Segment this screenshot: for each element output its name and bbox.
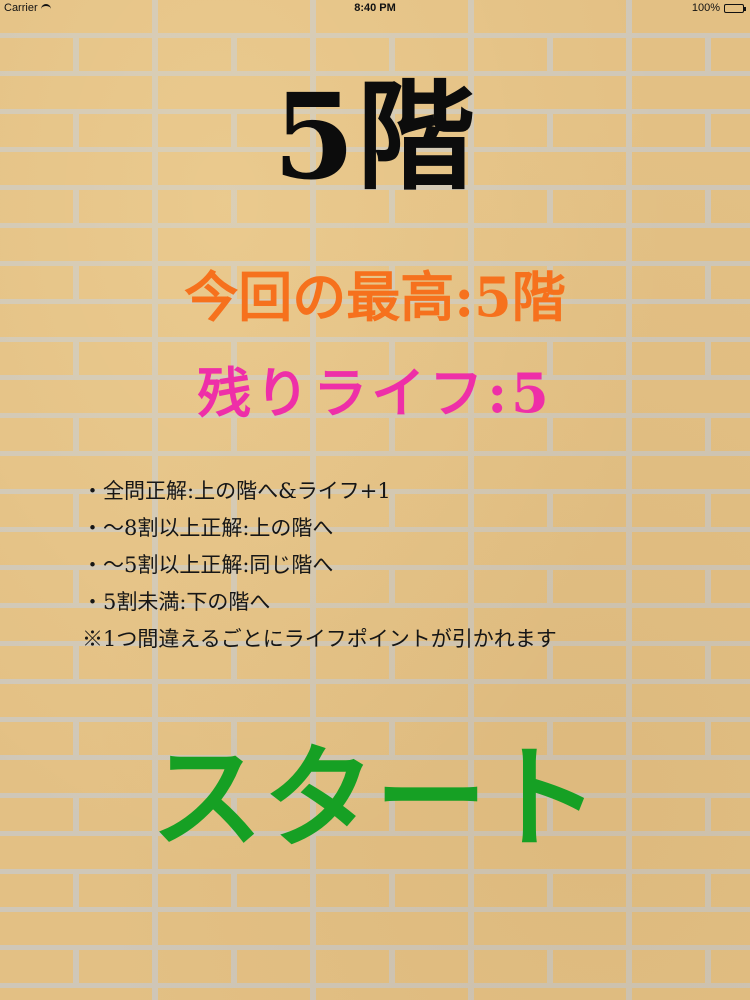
battery-indicator: 100% [691,2,746,14]
remaining-life-label: 残りライフ:5 [197,361,553,425]
status-time: 8:40 PM [354,2,396,14]
best-record-label: 今回の最高:5階 [184,265,566,329]
rule-item: ・〜8割以上正解:上の階へ [82,516,334,540]
battery-percent: 100% [691,2,720,14]
battery-icon [724,3,746,13]
rule-item: ・5割未満:下の階へ [82,590,271,614]
start-button[interactable]: スタート [0,734,750,864]
rules-list: ・全問正解:上の階へ&ライフ+1 ・〜8割以上正解:上の階へ ・〜5割以上正解:… [82,479,722,665]
life-penalty-note: ※1つ間違えるごとにライフポイントが引かれます [82,627,557,651]
status-bar: Carrier 8:40 PM 100% [0,0,750,16]
rule-item: ・全問正解:上の階へ&ライフ+1 [82,479,391,503]
current-floor-title: 5階 [272,67,478,206]
rule-item: ・〜5割以上正解:同じ階へ [82,553,334,577]
